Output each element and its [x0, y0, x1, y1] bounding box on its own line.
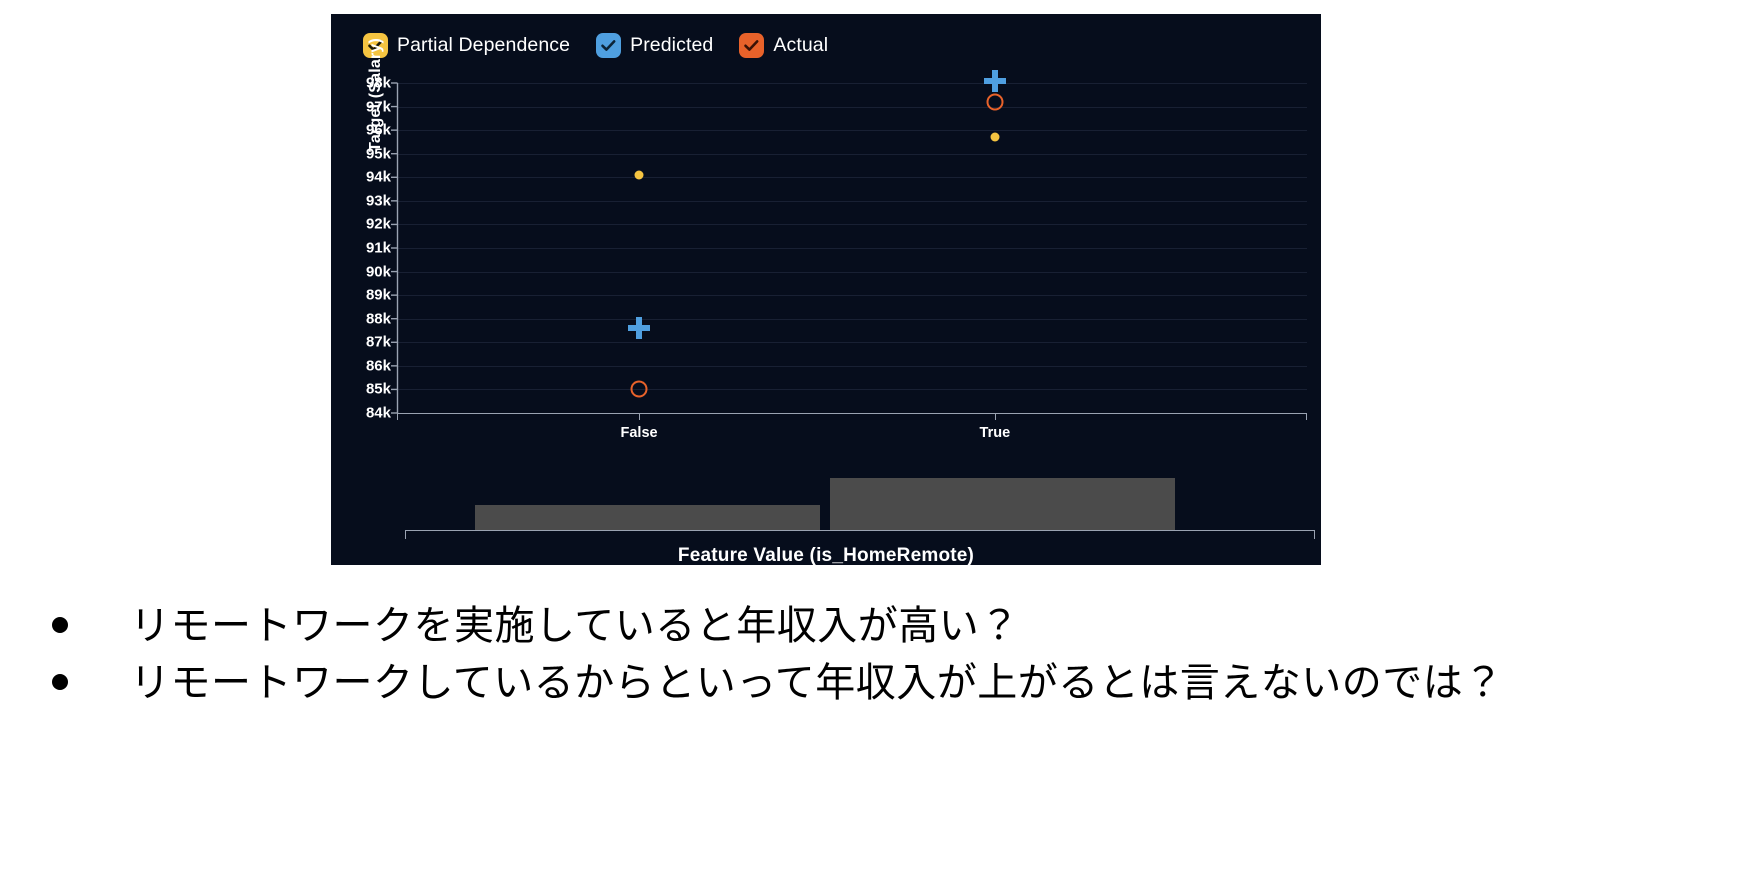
histogram-axis — [405, 530, 1315, 539]
bullet-list: リモートワークを実施していると年収入が高い？ リモートワークしているからといって… — [46, 598, 1706, 712]
histogram-bar-true — [830, 478, 1176, 531]
histogram-bar-false — [474, 504, 820, 531]
legend-label-actual: Actual — [773, 33, 829, 56]
legend-item-predicted[interactable]: Predicted — [596, 32, 714, 58]
legend-item-partial-dependence[interactable]: Partial Dependence — [363, 32, 571, 58]
checkbox-checked-icon[interactable] — [596, 32, 622, 58]
y-tick-label: 90k — [365, 263, 391, 281]
feature-distribution-histogram — [405, 469, 1315, 531]
x-axis-line — [397, 413, 1307, 415]
x-tick-label-true: True — [979, 425, 1011, 441]
data-point-dot — [634, 170, 644, 180]
x-tick-label-false: False — [620, 425, 658, 441]
y-tick-label: 91k — [365, 239, 391, 257]
list-item: リモートワークしているからといって年収入が上がるとは言えないのでは？ — [46, 655, 1706, 712]
y-tick-label: 94k — [365, 168, 391, 186]
x-tick-mark — [639, 413, 641, 420]
legend-label-predicted: Predicted — [630, 33, 714, 56]
y-tick-label: 98k — [365, 74, 391, 92]
x-axis-end-tick — [397, 413, 398, 420]
axis-lines — [391, 82, 399, 414]
x-axis-label: Feature Value (is_HomeRemote) — [677, 545, 975, 566]
y-tick-label: 93k — [365, 192, 391, 210]
data-point-plus — [626, 315, 652, 341]
y-tick-label: 96k — [365, 121, 391, 139]
y-tick-label: 88k — [365, 310, 391, 328]
y-tick-label: 84k — [365, 404, 391, 422]
legend-item-actual[interactable]: Actual — [739, 32, 829, 58]
chart-legend: Partial Dependence Predicted Actual — [363, 28, 828, 62]
y-tick-label: 87k — [365, 333, 391, 351]
data-point-circle — [630, 380, 648, 398]
y-tick-label: 95k — [365, 145, 391, 163]
data-point-circle — [986, 93, 1004, 111]
y-tick-label: 97k — [365, 98, 391, 116]
x-axis-end-tick — [1306, 413, 1307, 420]
bullet-icon — [52, 673, 68, 690]
plot-area: 98k 97k 96k 95k 94k 93k 92k 91k 90k 89k 88k 87k 86k 8… — [366, 69, 1307, 441]
list-item: リモートワークを実施していると年収入が高い？ — [46, 598, 1706, 655]
bullet-text: リモートワークを実施していると年収入が高い？ — [130, 603, 1020, 649]
y-tick-label: 89k — [365, 286, 391, 304]
data-point-dot — [990, 132, 1000, 142]
bullet-text: リモートワークしているからといって年収入が上がるとは言えないのでは？ — [130, 659, 1504, 706]
y-tick-label: 92k — [365, 215, 391, 233]
legend-label-partial-dependence: Partial Dependence — [397, 33, 571, 56]
partial-dependence-chart: Partial Dependence Predicted Actual Targ… — [331, 14, 1321, 566]
y-tick-label: 85k — [365, 380, 391, 398]
y-tick-label: 86k — [365, 357, 391, 375]
data-point-plus — [982, 68, 1008, 94]
x-tick-mark — [994, 413, 996, 420]
bullet-icon — [52, 617, 68, 633]
checkbox-checked-icon[interactable] — [739, 32, 765, 58]
